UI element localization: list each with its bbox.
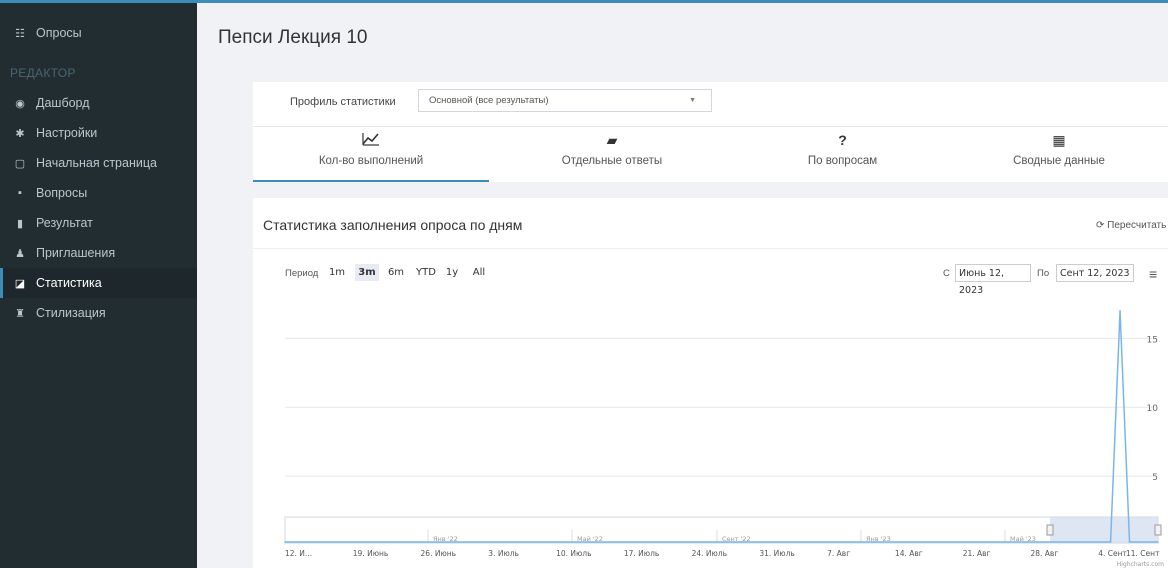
navigator-handle-left xyxy=(1046,524,1054,536)
series-line xyxy=(285,310,1158,543)
navigator-selection xyxy=(1050,517,1158,543)
data-point xyxy=(284,541,286,543)
x-tick-label: 19. Июнь xyxy=(353,549,389,558)
y-tick-label: 10 xyxy=(1147,404,1159,414)
x-tick-label: 31. Июль xyxy=(759,549,794,558)
data-point xyxy=(1119,309,1121,312)
data-point xyxy=(1157,541,1159,543)
x-tick-label: 12. И... xyxy=(285,549,312,558)
navigator-handle-right xyxy=(1154,524,1162,536)
data-point xyxy=(1128,541,1131,543)
x-tick-label: 11. Сент xyxy=(1126,549,1160,558)
data-point xyxy=(1109,541,1112,543)
x-tick-label: 7. Авг xyxy=(827,549,850,558)
credits-label: Highcharts.com xyxy=(1117,561,1164,568)
x-tick-label: 4. Сент xyxy=(1098,549,1127,558)
x-tick-label: 10. Июль xyxy=(556,549,591,558)
x-tick-label: 14. Авг xyxy=(895,549,923,558)
x-tick-label: 21. Авг xyxy=(963,549,991,558)
x-tick-label: 3. Июль xyxy=(488,549,519,558)
x-tick-label: 17. Июль xyxy=(624,549,659,558)
x-tick-label: 26. Июнь xyxy=(421,549,457,558)
y-tick-label: 15 xyxy=(1147,335,1158,345)
y-tick-label: 5 xyxy=(1152,473,1158,483)
x-tick-label: 24. Июль xyxy=(692,549,727,558)
x-tick-label: 28. Авг xyxy=(1030,549,1058,558)
daily-completions-chart: 51015Янв '22 Май '22 Сент '22 Янв '23 Май '2… xyxy=(284,309,1164,568)
